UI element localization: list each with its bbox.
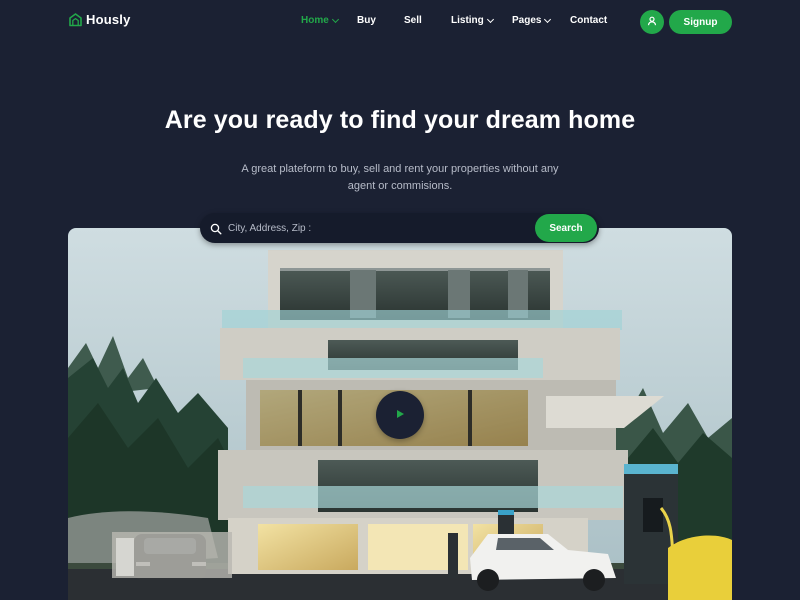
nav-item-pages[interactable]: Pages: [512, 15, 552, 26]
search-icon: [210, 222, 222, 240]
signup-button[interactable]: Signup: [669, 10, 732, 34]
nav-item-label: Pages: [512, 15, 542, 26]
chevron-down-icon: [544, 15, 552, 23]
nav-item-label: Buy: [357, 15, 376, 26]
hero-title: Are you ready to find your dream home: [164, 106, 636, 134]
play-icon: [395, 406, 405, 424]
nav-item-sell[interactable]: Sell: [404, 15, 422, 26]
nav-item-home[interactable]: Home: [301, 15, 339, 26]
search-button[interactable]: Search: [535, 214, 597, 242]
chevron-down-icon: [486, 15, 494, 23]
search-input[interactable]: [228, 213, 528, 243]
play-video-button[interactable]: [376, 391, 424, 439]
nav-item-label: Listing: [451, 15, 484, 26]
nav-item-label: Contact: [570, 15, 608, 26]
nav-item-contact[interactable]: Contact: [570, 15, 607, 26]
hero-subtitle: A great plateform to buy, sell and rent …: [241, 163, 559, 192]
chevron-down-icon: [331, 15, 339, 23]
user-account-button[interactable]: [640, 10, 664, 34]
nav-item-label: Home: [301, 15, 329, 26]
navbar: Hously Home Buy Sell Listing Pages Conta…: [0, 0, 800, 44]
search-bar: Search: [200, 213, 599, 243]
nav-item-buy[interactable]: Buy: [357, 15, 376, 26]
nav-item-label: Sell: [404, 15, 422, 26]
user-icon: [647, 13, 657, 31]
nav-item-listing[interactable]: Listing: [451, 15, 494, 26]
